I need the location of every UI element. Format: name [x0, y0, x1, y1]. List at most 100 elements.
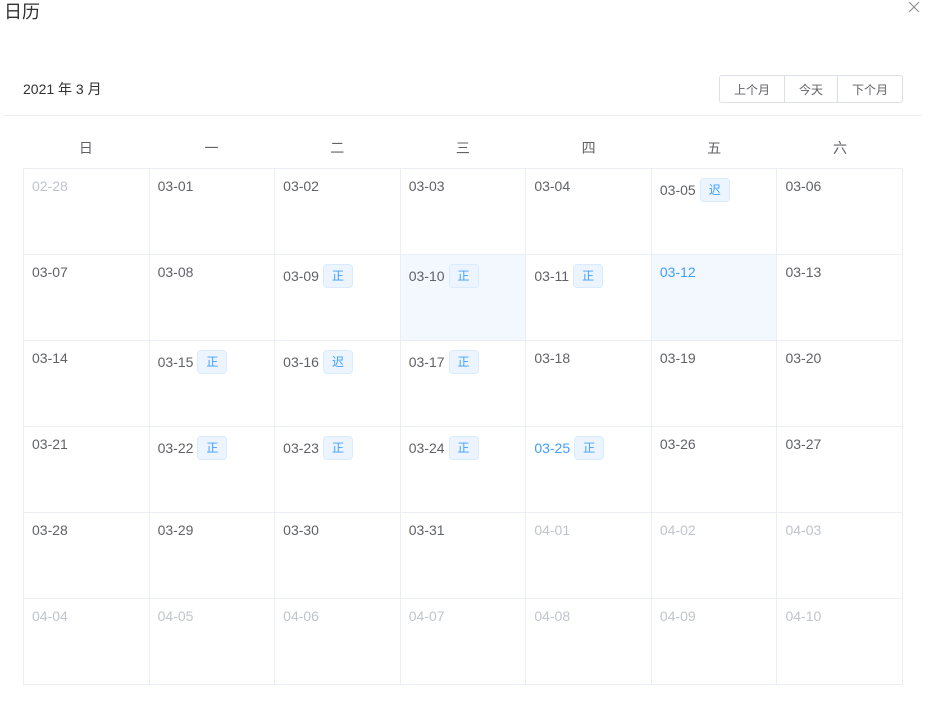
- day-date-label: 04-01: [534, 522, 571, 538]
- weekday-header: 日: [78, 140, 93, 156]
- day-date-label: 03-24: [408, 440, 445, 456]
- next-month-button[interactable]: 下个月: [836, 75, 903, 103]
- calendar-day-cell[interactable]: 03-13: [777, 255, 904, 341]
- calendar-day-cell[interactable]: 03-08: [149, 255, 276, 341]
- calendar-day-cell[interactable]: 03-09 正: [275, 255, 401, 341]
- calendar-day-cell[interactable]: 03-19: [651, 341, 778, 427]
- day-date-label: 03-17: [408, 354, 445, 370]
- calendar-day-cell[interactable]: 03-14: [24, 341, 150, 427]
- day-date-label: 02-28: [32, 178, 68, 194]
- calendar-day-cell[interactable]: 04-03: [777, 513, 904, 599]
- calendar-day-cell[interactable]: 04-02: [651, 513, 778, 599]
- day-date-label: 03-21: [32, 436, 68, 452]
- attendance-tag: 正: [197, 350, 228, 374]
- calendar-day-cell[interactable]: 03-25 正: [526, 427, 652, 513]
- day-date-label: 04-06: [283, 608, 319, 624]
- calendar-day-cell[interactable]: 03-29: [149, 513, 276, 599]
- day-date-label: 03-06: [785, 178, 822, 194]
- attendance-tag: 正: [448, 264, 479, 288]
- calendar-day-cell[interactable]: 04-09: [651, 599, 778, 685]
- calendar-day-cell[interactable]: 03-22 正: [149, 427, 276, 513]
- calendar-day-cell[interactable]: 03-31: [400, 513, 527, 599]
- calendar-day-cell[interactable]: 04-08: [526, 599, 652, 685]
- day-content: 03-19: [660, 349, 769, 367]
- calendar-week-row: 03-28 03-29 03-30 03-31 04-01 04-02 04-03: [24, 513, 904, 599]
- calendar-day-cell[interactable]: 03-15 正: [149, 341, 276, 427]
- day-content: 03-29: [158, 521, 267, 539]
- day-content: 04-04: [32, 607, 141, 625]
- day-date-label: 04-03: [785, 522, 822, 538]
- calendar-day-cell[interactable]: 04-10: [777, 599, 904, 685]
- weekday-header-row: 日一二三四五六: [23, 130, 903, 168]
- calendar-day-cell[interactable]: 03-06: [777, 169, 904, 255]
- prev-month-button[interactable]: 上个月: [718, 75, 785, 103]
- attendance-tag: 迟: [322, 350, 353, 374]
- calendar-day-cell[interactable]: 03-01: [149, 169, 276, 255]
- day-content: 03-12: [660, 263, 769, 281]
- weekday-header: 六: [832, 140, 847, 156]
- day-content: 04-03: [785, 521, 894, 539]
- attendance-tag: 正: [573, 264, 604, 288]
- calendar-day-cell[interactable]: 03-21: [24, 427, 150, 513]
- day-content: 04-09: [660, 607, 769, 625]
- calendar-day-cell[interactable]: 03-04: [526, 169, 652, 255]
- day-date-label: 04-10: [785, 608, 822, 624]
- calendar-day-cell[interactable]: 03-18: [526, 341, 652, 427]
- calendar-day-cell[interactable]: 04-01: [526, 513, 652, 599]
- dialog-title: 日历: [4, 2, 40, 22]
- calendar-day-cell[interactable]: 03-11 正: [526, 255, 652, 341]
- calendar-week-row: 03-21 03-22 正 03-23 正 03-24 正 03-25 正 03-26 03-27: [24, 427, 904, 513]
- day-date-label: 04-02: [659, 522, 696, 538]
- weekday-header: 二: [330, 140, 345, 156]
- calendar-day-cell[interactable]: 03-12: [651, 255, 778, 341]
- attendance-tag: 正: [322, 436, 353, 460]
- calendar-grid: 02-28 03-01 03-02 03-03 03-04 03-05 迟 03-06 03-0…: [23, 168, 904, 685]
- day-date-label: 03-18: [534, 350, 571, 366]
- day-content: 03-02: [283, 177, 392, 195]
- today-button[interactable]: 今天: [783, 75, 838, 103]
- close-button[interactable]: [907, 0, 921, 14]
- calendar-day-cell[interactable]: 03-10 正: [400, 255, 527, 341]
- day-date-label: 03-07: [32, 264, 68, 280]
- calendar-day-cell[interactable]: 02-28: [24, 169, 150, 255]
- calendar-table: 日一二三四五六 02-28 03-01 03-02 03-03 03-04 03-05 迟 0…: [23, 130, 904, 685]
- calendar-day-cell[interactable]: 03-23 正: [275, 427, 401, 513]
- calendar-day-cell[interactable]: 03-02: [275, 169, 401, 255]
- day-content: 03-24 正: [409, 435, 518, 460]
- calendar-week-row: 02-28 03-01 03-02 03-03 03-04 03-05 迟 03-06: [24, 169, 904, 255]
- day-content: 04-05: [158, 607, 267, 625]
- calendar-day-cell[interactable]: 04-05: [149, 599, 276, 685]
- day-date-label: 04-09: [659, 608, 696, 624]
- calendar-day-cell[interactable]: 04-06: [275, 599, 401, 685]
- day-date-label: 03-14: [32, 350, 68, 366]
- day-date-label: 03-12: [659, 264, 696, 280]
- day-content: 03-13: [785, 263, 894, 281]
- day-content: 03-22 正: [158, 435, 267, 460]
- day-date-label: 03-02: [283, 178, 319, 194]
- calendar-day-cell[interactable]: 04-07: [400, 599, 527, 685]
- weekday-header: 三: [455, 140, 470, 156]
- attendance-tag: 正: [574, 436, 605, 460]
- day-date-label: 03-08: [157, 264, 194, 280]
- day-content: 03-23 正: [283, 435, 392, 460]
- calendar-day-cell[interactable]: 03-20: [777, 341, 904, 427]
- calendar-day-cell[interactable]: 03-05 迟: [651, 169, 778, 255]
- calendar-day-cell[interactable]: 03-17 正: [400, 341, 527, 427]
- day-content: 03-30: [283, 521, 392, 539]
- calendar-day-cell[interactable]: 03-24 正: [400, 427, 527, 513]
- calendar-day-cell[interactable]: 03-26: [651, 427, 778, 513]
- calendar-day-cell[interactable]: 03-28: [24, 513, 150, 599]
- day-content: 03-09 正: [283, 263, 392, 288]
- calendar-day-cell[interactable]: 03-27: [777, 427, 904, 513]
- day-date-label: 04-08: [534, 608, 571, 624]
- calendar-day-cell[interactable]: 04-04: [24, 599, 150, 685]
- calendar-day-cell[interactable]: 03-03: [400, 169, 527, 255]
- day-date-label: 03-20: [785, 350, 822, 366]
- day-content: 03-21: [32, 435, 141, 453]
- day-content: 03-25 正: [534, 435, 643, 460]
- calendar-day-cell[interactable]: 03-30: [275, 513, 401, 599]
- weekday-header: 四: [581, 140, 596, 156]
- day-date-label: 03-31: [408, 522, 445, 538]
- calendar-day-cell[interactable]: 03-07: [24, 255, 150, 341]
- calendar-day-cell[interactable]: 03-16 迟: [275, 341, 401, 427]
